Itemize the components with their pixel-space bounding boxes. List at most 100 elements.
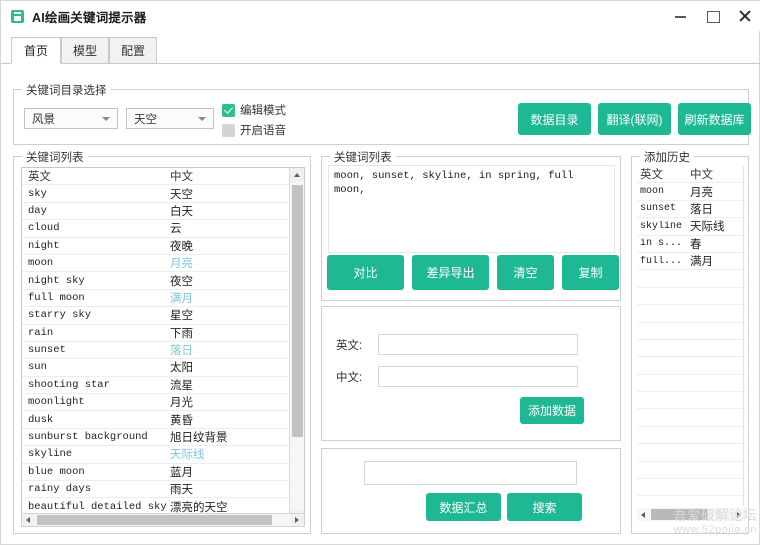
list-item-empty (637, 392, 745, 410)
add-history-group: 添加历史 英文 中文 moon 月亮 sunset 落日 skyline 天际线 in s...… (631, 149, 749, 534)
list-item-empty (637, 305, 745, 323)
table-row[interactable]: moonlight 月光 (22, 394, 304, 412)
app-logo-icon (11, 9, 24, 23)
empty-checkbox-icon (222, 123, 235, 137)
tab-model[interactable]: 模型 (61, 37, 109, 64)
table-row[interactable]: shooting star 流星 (22, 377, 304, 395)
scrollbar-thumb[interactable] (292, 185, 303, 437)
keyword-list-horizontal-scrollbar[interactable] (21, 513, 305, 527)
keyword-chinese: 满月 (170, 292, 193, 305)
list-item-empty (637, 462, 745, 480)
column-header-english: 英文 (28, 171, 51, 184)
keyword-chinese: 太阳 (170, 362, 193, 375)
keyword-english: sunset (28, 344, 66, 357)
table-row[interactable]: rainy days 雨天 (22, 481, 304, 499)
add-history-legend: 添加历史 (640, 149, 694, 165)
history-chinese: 月亮 (690, 186, 713, 199)
list-item[interactable]: in s... 春 (637, 236, 745, 253)
add-data-button[interactable]: 添加数据 (520, 397, 584, 424)
keyword-english: cloud (28, 222, 60, 235)
history-chinese: 满月 (690, 256, 713, 269)
keyword-list-vertical-scrollbar[interactable] (289, 168, 304, 524)
keyword-chinese: 黄昏 (170, 414, 193, 427)
maximize-icon[interactable] (705, 8, 721, 24)
list-item-empty (637, 288, 745, 306)
translate-online-button[interactable]: 翻译(联网) (598, 103, 671, 135)
keyword-english: rainy days (28, 483, 92, 496)
history-english: full... (640, 255, 683, 267)
refresh-database-button[interactable]: 刷新数据库 (678, 103, 751, 135)
table-row[interactable]: rain 下雨 (22, 325, 304, 342)
list-item[interactable]: sunset 落日 (637, 201, 745, 219)
table-row[interactable]: sun 太阳 (22, 359, 304, 377)
scroll-left-icon[interactable] (637, 508, 650, 521)
table-row[interactable]: full moon 满月 (22, 290, 304, 308)
column-header-english: 英文 (640, 169, 663, 182)
list-item[interactable]: full... 满月 (637, 253, 745, 271)
table-row[interactable]: starry sky 星空 (22, 307, 304, 325)
table-row[interactable]: skyline 天际线 (22, 446, 304, 464)
keyword-english: sky (28, 187, 47, 200)
clear-button[interactable]: 清空 (497, 255, 554, 290)
data-summary-button[interactable]: 数据汇总 (426, 493, 501, 521)
list-item[interactable]: skyline 天际线 (637, 218, 745, 236)
keyword-list-group: 关键词列表 英文 中文 sky 天空 day 白天 cloud 云 night 夜晚 moon 月亮 n… (13, 149, 311, 534)
selected-keywords-textarea[interactable]: moon, sunset, skyline, in spring, full m… (328, 165, 615, 253)
category-dropdown[interactable]: 风景 (24, 108, 118, 129)
keyword-english: sun (28, 361, 47, 374)
copy-button[interactable]: 复制 (562, 255, 619, 290)
enable-voice-checkbox[interactable]: 开启语音 (222, 122, 286, 138)
search-input[interactable] (364, 461, 577, 485)
keyword-table[interactable]: 英文 中文 sky 天空 day 白天 cloud 云 night 夜晚 moon 月亮 night s… (21, 167, 305, 525)
data-directory-button[interactable]: 数据目录 (518, 103, 591, 135)
english-input[interactable] (378, 334, 578, 355)
close-icon[interactable] (737, 8, 753, 24)
table-row[interactable]: moon 月亮 (22, 255, 304, 273)
tab-bar: 首页 模型 配置 (1, 37, 760, 64)
history-english: in s... (640, 238, 683, 250)
keyword-english: full moon (28, 291, 85, 304)
table-row[interactable]: sunburst background 旭日纹背景 (22, 429, 304, 447)
tab-home[interactable]: 首页 (11, 37, 61, 64)
history-table[interactable]: 英文 中文 moon 月亮 sunset 落日 skyline 天际线 in s... 春 full… (637, 166, 745, 506)
table-row[interactable]: blue moon 蓝月 (22, 464, 304, 482)
table-row[interactable]: sky 天空 (22, 185, 304, 203)
scroll-right-icon[interactable] (290, 514, 304, 526)
scroll-right-icon[interactable] (732, 508, 745, 521)
window-title: AI绘画关键词提示器 (32, 10, 147, 25)
subcategory-dropdown[interactable]: 天空 (126, 108, 214, 129)
keyword-english: day (28, 204, 47, 217)
list-item[interactable]: moon 月亮 (637, 183, 745, 201)
search-button[interactable]: 搜索 (507, 493, 582, 521)
compare-button[interactable]: 对比 (327, 255, 404, 290)
list-item-empty (637, 409, 745, 427)
scrollbar-thumb[interactable] (651, 509, 708, 520)
column-header-chinese: 中文 (170, 171, 193, 184)
keyword-chinese: 天际线 (170, 449, 205, 462)
table-row[interactable]: night sky 夜空 (22, 272, 304, 290)
scroll-left-icon[interactable] (22, 514, 36, 526)
list-item-empty (637, 270, 745, 288)
directory-select-group: 关键词目录选择 风景 天空 编辑模式 开启语音 数据目录 翻译(联网) 刷新数据… (13, 82, 751, 145)
enable-voice-label: 开启语音 (240, 125, 286, 137)
tab-config[interactable]: 配置 (109, 37, 157, 64)
history-horizontal-scrollbar[interactable] (637, 508, 745, 521)
table-row[interactable]: sunset 落日 (22, 342, 304, 360)
table-row[interactable]: dusk 黄昏 (22, 411, 304, 429)
keyword-english: starry sky (28, 309, 92, 322)
table-row[interactable]: night 夜晚 (22, 238, 304, 255)
diff-export-button[interactable]: 差异导出 (412, 255, 489, 290)
table-row[interactable]: cloud 云 (22, 220, 304, 238)
edit-mode-label: 编辑模式 (240, 105, 286, 117)
history-column-divider (743, 166, 744, 506)
scrollbar-thumb[interactable] (37, 515, 272, 525)
chinese-input[interactable] (378, 366, 578, 387)
keyword-table-header: 英文 中文 (22, 168, 304, 186)
edit-mode-checkbox[interactable]: 编辑模式 (222, 102, 286, 118)
scroll-up-icon[interactable] (290, 168, 304, 182)
history-chinese: 落日 (690, 203, 713, 216)
minimize-icon[interactable] (673, 8, 689, 24)
table-row[interactable]: day 白天 (22, 203, 304, 221)
keyword-english: beautiful detailed sky (28, 500, 167, 513)
keyword-rows: 英文 中文 sky 天空 day 白天 cloud 云 night 夜晚 moon 月亮 night s… (22, 168, 304, 524)
